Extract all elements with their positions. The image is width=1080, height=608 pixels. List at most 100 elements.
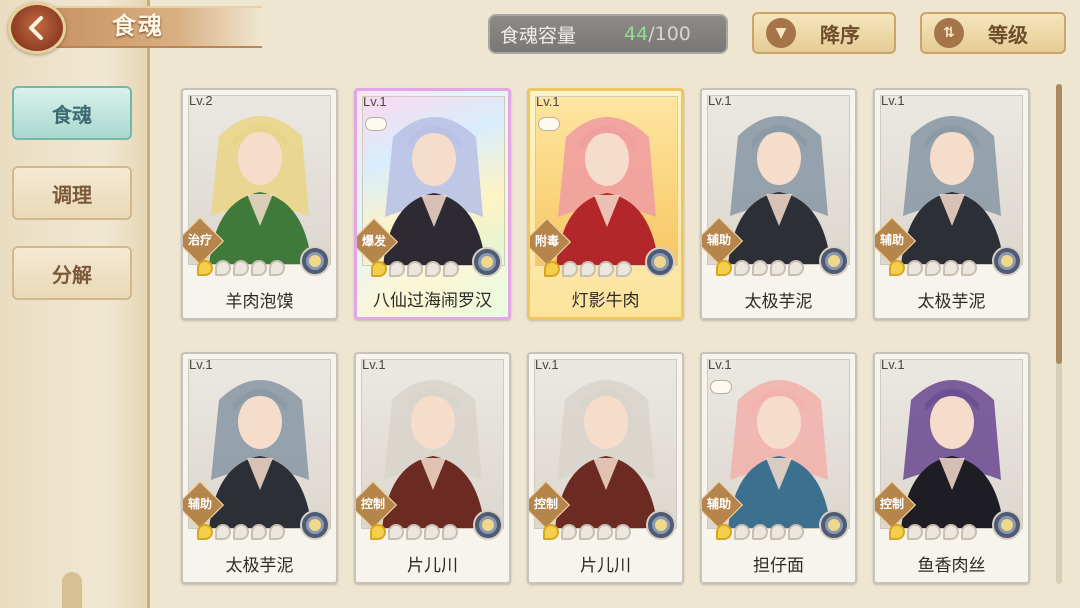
level-label: Lv.1 bbox=[189, 357, 213, 372]
star-empty-icon bbox=[215, 260, 231, 276]
capacity-max: 100 bbox=[654, 23, 691, 45]
level-label: Lv.1 bbox=[708, 357, 732, 372]
emblem-core bbox=[1001, 255, 1013, 267]
rarity-emblem-icon bbox=[992, 510, 1022, 540]
emblem-core bbox=[1001, 519, 1013, 531]
star-filled-icon bbox=[716, 260, 732, 276]
star-rating bbox=[197, 524, 285, 540]
level-label: Lv.1 bbox=[535, 357, 559, 372]
star-empty-icon bbox=[443, 261, 459, 277]
level-label: Lv.1 bbox=[708, 93, 732, 108]
tab-cultivate-label: 调理 bbox=[52, 182, 92, 207]
star-filled-icon bbox=[889, 260, 905, 276]
emblem-core bbox=[828, 255, 840, 267]
capacity-current: 44 bbox=[624, 23, 649, 45]
star-empty-icon bbox=[388, 524, 404, 540]
rarity-emblem-icon bbox=[473, 510, 503, 540]
food-soul-card[interactable]: Lv.1 辅助 担仔面 bbox=[700, 352, 857, 584]
triangle-down-icon: ▼ bbox=[766, 18, 796, 48]
star-filled-icon bbox=[889, 524, 905, 540]
capacity-display: 食魂容量 44 / 100 bbox=[488, 14, 728, 54]
star-empty-icon bbox=[580, 261, 596, 277]
sort-field-label: 等级 bbox=[988, 22, 1028, 47]
star-rating bbox=[544, 261, 632, 277]
star-empty-icon bbox=[907, 524, 923, 540]
star-empty-icon bbox=[407, 261, 423, 277]
rarity-emblem-icon bbox=[646, 510, 676, 540]
sort-order-button[interactable]: ▼ 降序 bbox=[752, 12, 896, 54]
food-soul-card[interactable]: Lv.1 控制片儿川 bbox=[527, 352, 684, 584]
star-filled-icon bbox=[716, 524, 732, 540]
star-empty-icon bbox=[424, 524, 440, 540]
card-name: 八仙过海闹罗汉 bbox=[373, 291, 492, 311]
star-empty-icon bbox=[943, 260, 959, 276]
emblem-core bbox=[309, 519, 321, 531]
star-empty-icon bbox=[389, 261, 405, 277]
star-empty-icon bbox=[579, 524, 595, 540]
star-filled-icon bbox=[543, 524, 559, 540]
star-rating bbox=[716, 260, 804, 276]
sort-arrows-icon: ⇅ bbox=[934, 18, 964, 48]
rarity-emblem-icon bbox=[819, 246, 849, 276]
rarity-emblem-icon bbox=[819, 510, 849, 540]
emblem-core bbox=[309, 255, 321, 267]
food-soul-card[interactable]: Lv.2 治疗 羊肉泡馍 bbox=[181, 88, 338, 320]
card-name: 片儿川 bbox=[580, 556, 631, 576]
scrollbar-thumb[interactable] bbox=[1056, 84, 1062, 364]
chevron-left-icon bbox=[29, 16, 43, 40]
sort-order-label: 降序 bbox=[820, 22, 860, 47]
level-label: Lv.1 bbox=[881, 357, 905, 372]
food-soul-card[interactable]: Lv.1 辅助太极芋泥 bbox=[700, 88, 857, 320]
sort-field-button[interactable]: ⇅ 等级 bbox=[920, 12, 1066, 54]
star-empty-icon bbox=[442, 524, 458, 540]
star-filled-icon bbox=[370, 524, 386, 540]
tab-food-soul[interactable]: 食魂 bbox=[12, 86, 132, 140]
card-name: 片儿川 bbox=[407, 556, 458, 576]
star-rating bbox=[716, 524, 804, 540]
star-filled-icon bbox=[197, 260, 213, 276]
star-rating bbox=[197, 260, 285, 276]
star-empty-icon bbox=[925, 524, 941, 540]
level-label: Lv.1 bbox=[362, 357, 386, 372]
star-empty-icon bbox=[233, 524, 249, 540]
role-label: 辅助 bbox=[187, 497, 212, 511]
star-filled-icon bbox=[197, 524, 213, 540]
level-label: Lv.2 bbox=[189, 93, 213, 108]
food-soul-card[interactable]: Lv.1 辅助 太极芋泥 bbox=[873, 88, 1030, 320]
card-name: 太极芋泥 bbox=[744, 292, 813, 312]
tab-decompose[interactable]: 分解 bbox=[12, 246, 132, 300]
level-label: Lv.1 bbox=[536, 94, 560, 109]
food-soul-card[interactable]: Lv.1 控制 片儿川 bbox=[354, 352, 511, 584]
star-empty-icon bbox=[788, 524, 804, 540]
food-soul-card[interactable]: Lv.1 爆发 八仙过海闹罗汉 bbox=[354, 88, 511, 320]
role-label: 控制 bbox=[879, 497, 904, 511]
rarity-emblem-icon bbox=[300, 510, 330, 540]
level-label: Lv.1 bbox=[363, 94, 387, 109]
card-name: 鱼香肉丝 bbox=[917, 556, 986, 576]
card-name: 太极芋泥 bbox=[225, 556, 294, 576]
star-empty-icon bbox=[770, 260, 786, 276]
star-empty-icon bbox=[562, 261, 578, 277]
role-label: 辅助 bbox=[706, 233, 731, 247]
chat-bubble-icon bbox=[538, 117, 560, 131]
tab-cultivate[interactable]: 调理 bbox=[12, 166, 132, 220]
food-soul-card[interactable]: Lv.1 附毒 灯影牛肉 bbox=[527, 88, 684, 320]
page-title: 食魂 bbox=[112, 12, 164, 40]
capacity-label: 食魂容量 bbox=[500, 24, 577, 47]
role-label: 附毒 bbox=[534, 234, 559, 248]
role-label: 辅助 bbox=[706, 497, 731, 511]
star-rating bbox=[889, 260, 977, 276]
tab-food-soul-label: 食魂 bbox=[52, 102, 92, 127]
food-soul-card[interactable]: Lv.1 辅助太极芋泥 bbox=[181, 352, 338, 584]
food-soul-card[interactable]: Lv.1 控制鱼香肉丝 bbox=[873, 352, 1030, 584]
star-empty-icon bbox=[406, 524, 422, 540]
role-label: 控制 bbox=[533, 497, 558, 511]
star-empty-icon bbox=[615, 524, 631, 540]
star-rating bbox=[543, 524, 631, 540]
star-empty-icon bbox=[233, 260, 249, 276]
emblem-core bbox=[481, 256, 493, 268]
star-empty-icon bbox=[961, 260, 977, 276]
back-button[interactable] bbox=[8, 2, 66, 54]
level-label: Lv.1 bbox=[881, 93, 905, 108]
role-label: 治疗 bbox=[187, 233, 212, 247]
